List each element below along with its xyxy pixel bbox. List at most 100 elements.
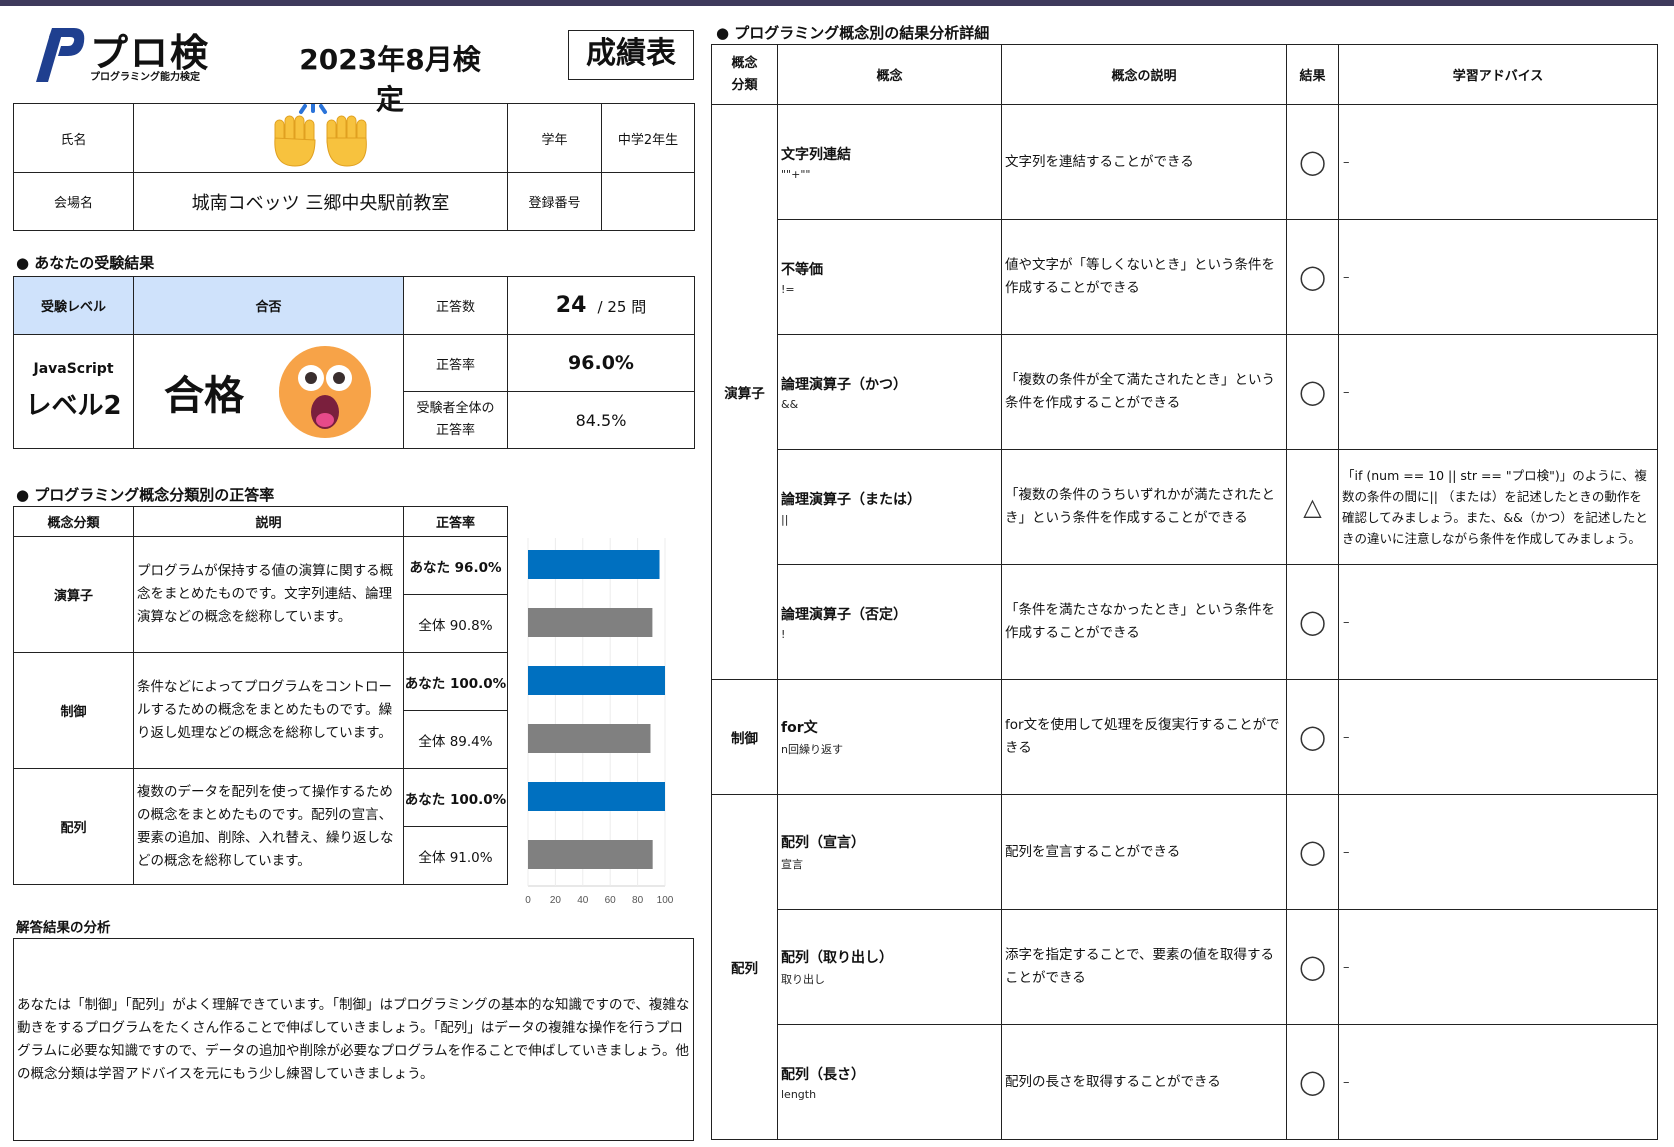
detail-header-category-line1: 概念 [731,55,758,71]
detail-concept-cell: 論理演算子（かつ） && [777,334,1002,450]
analysis-box: あなたは「制御」「配列」がよく理解できています。「制御」はプログラミングの基本的… [13,938,694,1141]
detail-concept-code: 宣言 [781,858,803,871]
analysis-text: あなたは「制御」「配列」がよく理解できています。「制御」はプログラミングの基本的… [17,996,690,1082]
detail-description: 配列を宣言することができる [1001,794,1287,910]
detail-header-result: 結果 [1286,44,1339,105]
correct-count-value: 24 [555,293,587,318]
chart-tick-label: 20 [550,895,562,906]
pass-value: 合格 [163,372,244,419]
category-desc-control: 条件などによってプログラムをコントロールするための概念をまとめたものです。繰り返… [133,652,404,769]
level-cell: JavaScript レベル2 [13,334,134,449]
category-header-desc: 説明 [133,506,404,537]
detail-concept-code: length [781,1087,817,1101]
detail-concept-code: n回繰り返す [781,743,843,756]
detail-result-mark: ◯ [1286,794,1339,910]
detail-advice: – [1338,219,1658,335]
category-name-operators: 演算子 [13,536,134,653]
category-table: 概念分類 説明 正答率 演算子 プログラムが保持する値の演算に関する概念をまとめ… [13,506,508,885]
detail-advice: – [1338,679,1658,795]
level-header: 受験レベル [13,276,134,335]
name-label: 氏名 [13,103,134,173]
correct-count-total: / 25 問 [597,298,647,316]
category-all-operators: 全体 90.8% [403,594,508,653]
detail-concept-name: 文字列連結 [781,146,851,163]
detail-concept-cell: 不等価 != [777,219,1002,335]
rate-value: 96.0% [507,334,695,392]
detail-group-operators: 演算子 [711,104,778,680]
detail-advice: 「if (num == 10 || str == "プロ検")」のように、複数の… [1338,449,1658,565]
detail-result-mark: ◯ [1286,219,1339,335]
detail-result-mark: ◯ [1286,1024,1339,1140]
category-header-rate: 正答率 [403,506,508,537]
detail-description: for文を使用して処理を反復実行することができる [1001,679,1287,795]
shocked-face-emoji-icon [279,345,372,438]
all-rate-label: 受験者全体の 正答率 [403,391,508,449]
detail-group-control: 制御 [711,679,778,795]
category-desc-arrays: 複数のデータを配列を使って操作するための概念をまとめたものです。配列の宣言、要素… [133,768,404,885]
detail-header-category: 概念 分類 [711,44,778,105]
category-header-name: 概念分類 [13,506,134,537]
category-you-operators: あなた 96.0% [403,536,508,595]
logo-mark-icon [36,28,85,82]
detail-concept-name: 配列（長さ） [781,1066,865,1083]
detail-result-mark: ◯ [1286,334,1339,450]
result-table: 受験レベル 合否 正答数 24 / 25 問 JavaScript レベル2 合… [13,276,695,449]
all-rate-value: 84.5% [507,391,695,449]
detail-concept-cell: 配列（取り出し） 取り出し [777,909,1002,1025]
category-all-arrays: 全体 91.0% [403,826,508,885]
grade-label: 学年 [507,103,602,173]
detail-advice: – [1338,1024,1658,1140]
detail-concept-code: ""+"" [781,167,811,181]
chart-bar [528,782,665,811]
venue-label: 会場名 [13,172,134,231]
all-rate-label-line2: 正答率 [435,423,475,438]
detail-advice: – [1338,909,1658,1025]
detail-advice: – [1338,794,1658,910]
detail-result-mark: ◯ [1286,564,1339,680]
name-value [133,102,508,173]
category-you-arrays: あなた 100.0% [403,768,508,827]
chart-bar [528,840,653,869]
detail-group-arrays: 配列 [711,794,778,1140]
category-desc-operators: プログラムが保持する値の演算に関する概念をまとめたものです。文字列連結、論理演算… [133,536,404,653]
result-section-title: ● あなたの受験結果 [16,254,155,272]
detail-description: 「複数の条件のうちいずれかが満たされたとき」という条件を作成することができる [1001,449,1287,565]
chart-tick-label: 60 [605,895,617,906]
correct-count-cell: 24 / 25 問 [507,276,695,335]
correct-count-label: 正答数 [403,276,508,335]
category-name-arrays: 配列 [13,768,134,885]
level-value: レベル2 [25,391,122,421]
pass-header: 合否 [133,276,404,335]
detail-concept-cell: 配列（長さ） length [777,1024,1002,1140]
detail-description: 値や文字が「等しくないとき」という条件を作成することができる [1001,219,1287,335]
category-rate-chart: 0 20 40 60 80 100 [525,538,674,906]
detail-concept-name: 論理演算子（否定） [781,606,907,623]
chart-tick-label: 0 [525,895,531,906]
category-you-control: あなた 100.0% [403,652,508,711]
detail-concept-cell: 配列（宣言） 宣言 [777,794,1002,910]
detail-advice: – [1338,104,1658,220]
detail-result-mark: △ [1286,449,1339,565]
detail-header-description: 概念の説明 [1001,44,1287,105]
detail-result-mark: ◯ [1286,104,1339,220]
detail-header-category-line2: 分類 [731,77,758,93]
detail-concept-cell: for文 n回繰り返す [777,679,1002,795]
venue-value: 城南コベッツ 三郷中央駅前教室 [133,172,508,231]
detail-table: 概念 分類 概念 概念の説明 結果 学習アドバイス 演算子 文字列連結 ""+"… [711,44,1658,1140]
registration-value [601,172,695,231]
detail-section-title: ● プログラミング概念別の結果分析詳細 [716,24,990,42]
detail-result-mark: ◯ [1286,679,1339,795]
detail-description: 文字列を連結することができる [1001,104,1287,220]
detail-concept-name: 論理演算子（かつ） [781,376,907,393]
detail-concept-name: 不等価 [781,261,823,278]
category-section-title: ● プログラミング概念分類別の正答率 [16,486,275,504]
chart-tick-label: 40 [577,895,589,906]
detail-concept-code: != [781,282,795,296]
detail-concept-name: for文 [781,720,818,736]
all-rate-label-line1: 受験者全体の [416,401,495,416]
chart-bar [528,666,665,695]
detail-concept-name: 配列（取り出し） [781,950,893,966]
detail-concept-name: 配列（宣言） [781,835,865,851]
chart-tick-label: 100 [657,895,674,906]
level-language: JavaScript [33,361,114,377]
